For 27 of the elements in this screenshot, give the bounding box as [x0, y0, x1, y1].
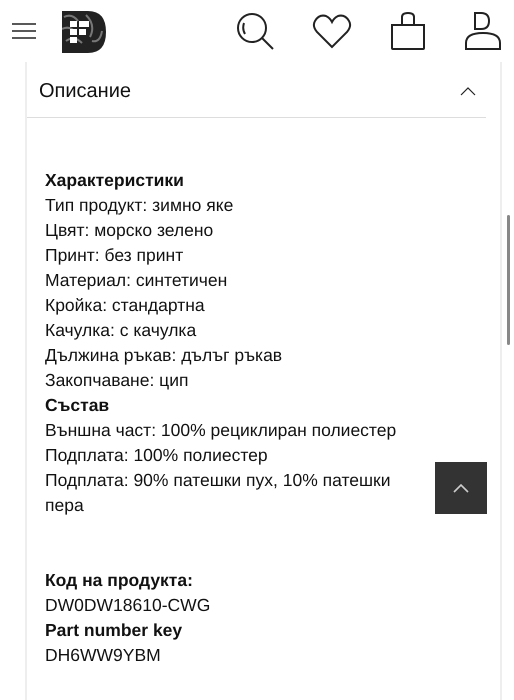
- spec-line: Материал: синтетичен: [45, 269, 228, 292]
- scrollbar[interactable]: [507, 215, 510, 345]
- spec-line: Кройка: стандартна: [45, 294, 206, 317]
- spec-line: Външна част: 100% рециклиран полиестер: [45, 419, 398, 442]
- spec-heading: Part number key: [45, 619, 184, 642]
- spec-line: Тип продукт: зимно яке: [45, 194, 234, 217]
- spec-line: Дължина ръкав: дълъг ръкав: [45, 344, 284, 367]
- spec-line: DW0DW18610-CWG: [45, 594, 212, 617]
- spec-line: Принт: без принт: [45, 244, 184, 267]
- spec-line: Качулка: с качулка: [45, 319, 198, 342]
- spec-heading: Състав: [45, 394, 110, 417]
- logo-icon[interactable]: [62, 11, 106, 53]
- chevron-up-icon: [453, 484, 469, 492]
- spec-line: Цвят: морско зелено: [45, 219, 214, 242]
- shopping-bag-icon[interactable]: [389, 11, 427, 51]
- user-icon[interactable]: [464, 11, 502, 51]
- chevron-up-icon[interactable]: [460, 87, 476, 96]
- spec-line: Подплата: 90% патешки пух, 10% патешки пера: [45, 469, 392, 517]
- spec-heading: Характеристики: [45, 169, 185, 192]
- spec-heading: Код на продукта:: [45, 569, 194, 592]
- menu-icon[interactable]: [12, 22, 36, 40]
- spec-line: Закопчаване: цип: [45, 369, 190, 392]
- search-icon[interactable]: [235, 11, 275, 51]
- spec-line: Подплата: 100% полиестер: [45, 444, 269, 467]
- spec-line: DH6WW9YBM: [45, 644, 162, 667]
- heart-icon[interactable]: [312, 13, 352, 49]
- section-title[interactable]: Описание: [39, 80, 132, 103]
